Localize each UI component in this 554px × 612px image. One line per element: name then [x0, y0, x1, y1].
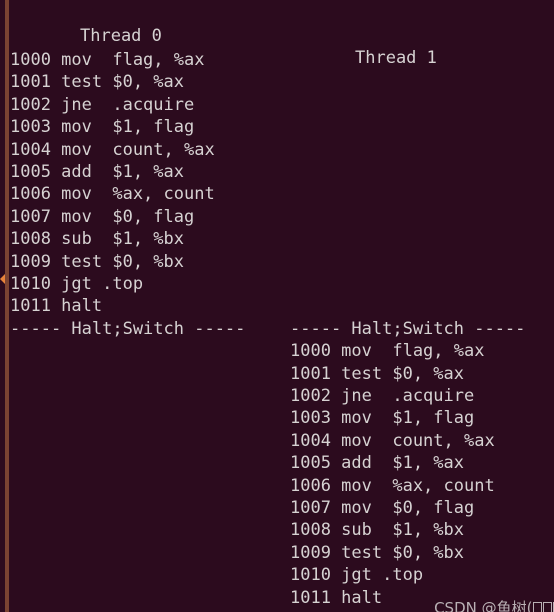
thread1-trace-line: 1006 mov %ax, count — [290, 475, 495, 496]
csdn-watermark: CSDN @鱼树() — [415, 581, 554, 612]
thread1-trace-line: 1001 test $0, %ax — [290, 363, 464, 384]
thread0-trace-line: 1005 add $1, %ax — [10, 162, 184, 182]
thread1-trace-line: 1009 test $0, %bx — [290, 542, 464, 563]
terminal-window: Thread 0 Thread 1 1000 mov flag, %ax 1001… — [0, 0, 554, 612]
thread0-header: Thread 0 — [80, 26, 162, 46]
thread1-trace-line: 1003 mov $1, flag — [290, 408, 475, 429]
thread1-trace-line: 1000 mov flag, %ax — [290, 341, 485, 362]
gutter-cursor-marker-icon — [0, 274, 5, 284]
thread0-trace-line: 1001 test $0, %ax — [10, 72, 184, 93]
thread0-trace-line: 1004 mov count, %ax — [10, 139, 215, 160]
thread1-halt-switch-line: ----- Halt;Switch ----- — [290, 318, 526, 339]
watermark-prefix: CSDN @ — [434, 599, 497, 612]
window-left-border — [5, 0, 9, 612]
thread1-trace-line: 1008 sub $1, %bx — [290, 520, 464, 541]
thread0-trace-line: 1010 jgt .top — [10, 274, 144, 294]
thread1-trace-line: 1005 add $1, %ax — [290, 453, 464, 474]
column-headers-row: Thread 0 Thread 1 — [10, 3, 554, 68]
thread0-trace-line: 1003 mov $1, flag — [10, 117, 195, 138]
watermark-missing-glyphs — [533, 599, 554, 612]
thread1-trace-line: 1007 mov $0, flag — [290, 498, 475, 518]
thread0-trace-line: 1009 test $0, %bx — [10, 251, 184, 272]
thread0-trace-line: 1007 mov $0, flag — [10, 206, 195, 227]
thread0-trace-line: 1006 mov %ax, count — [10, 184, 215, 205]
thread0-trace-line: 1000 mov flag, %ax — [10, 50, 205, 70]
missing-glyph-box — [543, 602, 552, 612]
thread1-trace-line: 1004 mov count, %ax — [290, 430, 495, 451]
thread0-trace-line: 1002 jne .acquire — [10, 94, 195, 115]
thread0-trace-line: 1008 sub $1, %bx — [10, 229, 184, 250]
watermark-author-name: 鱼树 — [496, 599, 527, 612]
thread1-trace-line: 1002 jne .acquire — [290, 386, 475, 406]
terminal-screen[interactable]: Thread 0 Thread 1 1000 mov flag, %ax 1001… — [0, 0, 554, 612]
missing-glyph-box — [533, 602, 542, 612]
thread0-trace-line: 1011 halt — [10, 296, 103, 317]
